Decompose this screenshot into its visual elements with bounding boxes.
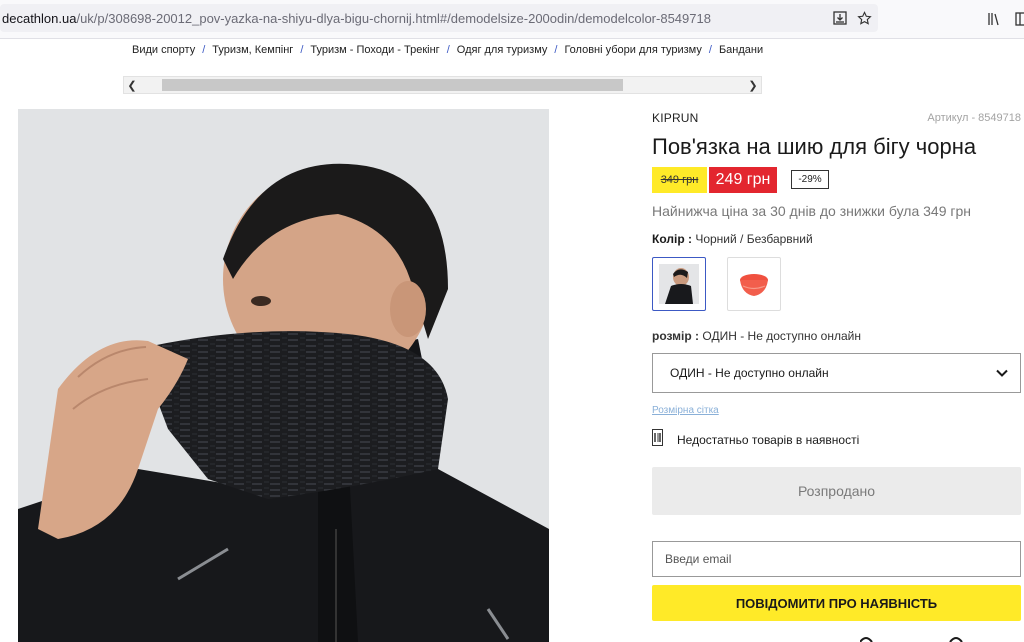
breadcrumb-item-bandanas[interactable]: Бандани [719, 44, 763, 56]
size-select[interactable]: ОДИН - Не доступно онлайн [652, 353, 1021, 393]
size-label-title: розмір : [652, 329, 700, 343]
breadcrumb-item-tourism-camping[interactable]: Туризм, Кемпінг [212, 44, 293, 56]
chevron-down-icon [994, 365, 1010, 381]
color-label-title: Колір : [652, 232, 692, 246]
notify-availability-button[interactable]: ПОВІДОМИТИ ПРО НАЯВНІСТЬ [652, 585, 1021, 621]
url-text[interactable]: decathlon.ua/uk/p/308698-20012_pov-yazka… [2, 11, 802, 26]
breadcrumb-item-sports[interactable]: Види спорту [132, 44, 195, 56]
old-price: 349 грн [652, 167, 707, 193]
breadcrumb-item-headwear[interactable]: Головні убори для туризму [564, 44, 701, 56]
email-input[interactable] [652, 541, 1021, 577]
breadcrumb: Види спорту / Туризм, Кемпінг / Туризм - Пох… [132, 44, 763, 60]
scroll-right-arrow-icon[interactable]: ❯ [745, 77, 761, 93]
partial-offscreen-element [860, 637, 963, 642]
stock-status-text: Недостатньо товарів в наявності [677, 433, 860, 447]
product-image[interactable] [18, 109, 549, 642]
breadcrumb-separator: / [708, 44, 712, 56]
size-label: розмір : ОДИН - Не доступно онлайн [652, 329, 861, 343]
scrollbar-thumb[interactable] [162, 79, 623, 91]
url-field[interactable]: decathlon.ua/uk/p/308698-20012_pov-yazka… [0, 4, 878, 32]
breadcrumb-item-hiking-clothing[interactable]: Одяг для туризму [457, 44, 548, 56]
save-page-icon[interactable] [830, 8, 850, 28]
lowest-price-note: Найнижча ціна за 30 днів до знижки була … [652, 203, 972, 219]
bookmark-star-icon[interactable] [854, 8, 874, 28]
color-label: Колір : Чорний / Безбарвний [652, 232, 813, 246]
product-title: Пов'язка на шию для бігу чорна [652, 134, 977, 159]
color-swatch-coral[interactable] [727, 257, 781, 311]
scroll-left-arrow-icon[interactable]: ❮ [124, 77, 140, 93]
breadcrumb-separator: / [446, 44, 450, 56]
size-guide-link[interactable]: Розмірна сітка [652, 405, 719, 416]
color-value: Чорний / Безбарвний [695, 232, 813, 246]
breadcrumb-separator: / [300, 44, 304, 56]
size-value: ОДИН - Не доступно онлайн [702, 329, 861, 343]
breadcrumb-scrollbar[interactable]: ❮ ❯ [123, 76, 762, 94]
breadcrumb-item-hiking-trekking[interactable]: Туризм - Походи - Трекінг [310, 44, 439, 56]
discount-badge: -29% [791, 170, 829, 189]
breadcrumb-separator: / [554, 44, 558, 56]
sidebar-icon[interactable] [1010, 8, 1024, 30]
product-brand[interactable]: KIPRUN [652, 111, 699, 125]
browser-toolbar: decathlon.ua/uk/p/308698-20012_pov-yazka… [0, 0, 1024, 39]
sold-out-button[interactable]: Розпродано [652, 467, 1021, 515]
stock-status: Недостатньо товарів в наявності [652, 429, 859, 451]
product-article-number: Артикул - 8549718 [927, 112, 1021, 124]
url-path: /uk/p/308698-20012_pov-yazka-na-shiyu-dl… [76, 10, 711, 26]
color-swatch-black[interactable] [652, 257, 706, 311]
url-host: decathlon.ua [2, 10, 77, 26]
size-select-value: ОДИН - Не доступно онлайн [670, 366, 829, 380]
stock-warning-icon [652, 429, 663, 451]
breadcrumb-separator: / [202, 44, 206, 56]
library-icon[interactable] [984, 8, 1006, 30]
sale-price: 249 грн [709, 167, 777, 193]
